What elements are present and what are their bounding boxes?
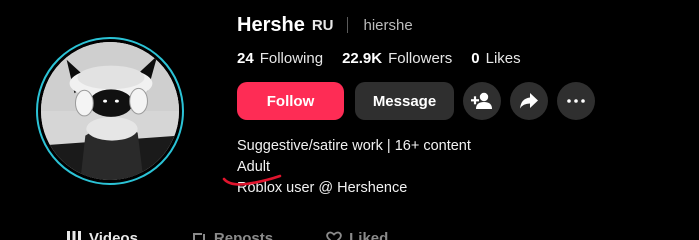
profile-header: Hershe RU hiershe xyxy=(237,12,413,38)
stat-value: 22.9K xyxy=(342,49,383,67)
stat-following[interactable]: 24 Following xyxy=(237,50,323,67)
stat-value: 0 xyxy=(471,49,480,67)
stat-label: Following xyxy=(259,49,324,67)
message-button[interactable]: Message xyxy=(355,82,454,120)
follow-button[interactable]: Follow xyxy=(237,82,344,120)
tab-label: Liked xyxy=(349,229,389,240)
username: hiershe xyxy=(363,16,413,34)
more-options-button[interactable] xyxy=(557,82,595,120)
tab-label: Reposts xyxy=(213,229,274,240)
tab-liked[interactable]: Liked xyxy=(326,230,388,240)
profile-tabs: Videos Reposts Liked xyxy=(66,228,441,240)
heart-icon xyxy=(326,230,342,240)
stat-label: Likes xyxy=(485,49,521,67)
avatar-image xyxy=(41,42,179,180)
region-badge: RU xyxy=(311,16,334,34)
profile-page: Hershe RU hiershe 24 Following 22.9K Fol… xyxy=(0,0,699,240)
stat-followers[interactable]: 22.9K Followers xyxy=(342,50,452,67)
stat-value: 24 xyxy=(237,49,254,67)
avatar[interactable] xyxy=(36,37,184,185)
grid-icon xyxy=(66,230,82,240)
name-divider xyxy=(347,17,349,33)
tab-videos[interactable]: Videos xyxy=(66,230,138,240)
stat-label: Followers xyxy=(388,49,453,67)
tab-label: Videos xyxy=(89,229,138,240)
display-name: Hershe xyxy=(237,13,305,36)
bio-line: Suggestive/satire work | 16+ content xyxy=(237,138,471,154)
add-user-icon xyxy=(471,92,492,109)
profile-stats: 24 Following 22.9K Followers 0 Likes xyxy=(237,48,540,68)
tab-reposts[interactable]: Reposts xyxy=(191,230,273,240)
profile-actions: Follow Message xyxy=(237,82,604,120)
red-underline-annotation xyxy=(222,174,282,186)
profile-bio: Suggestive/satire work | 16+ content Adu… xyxy=(237,136,471,199)
stat-likes: 0 Likes xyxy=(471,50,520,67)
more-icon xyxy=(567,99,585,103)
share-button[interactable] xyxy=(510,82,548,120)
share-icon xyxy=(520,93,538,109)
repost-icon xyxy=(191,230,207,240)
add-friend-button[interactable] xyxy=(463,82,501,120)
